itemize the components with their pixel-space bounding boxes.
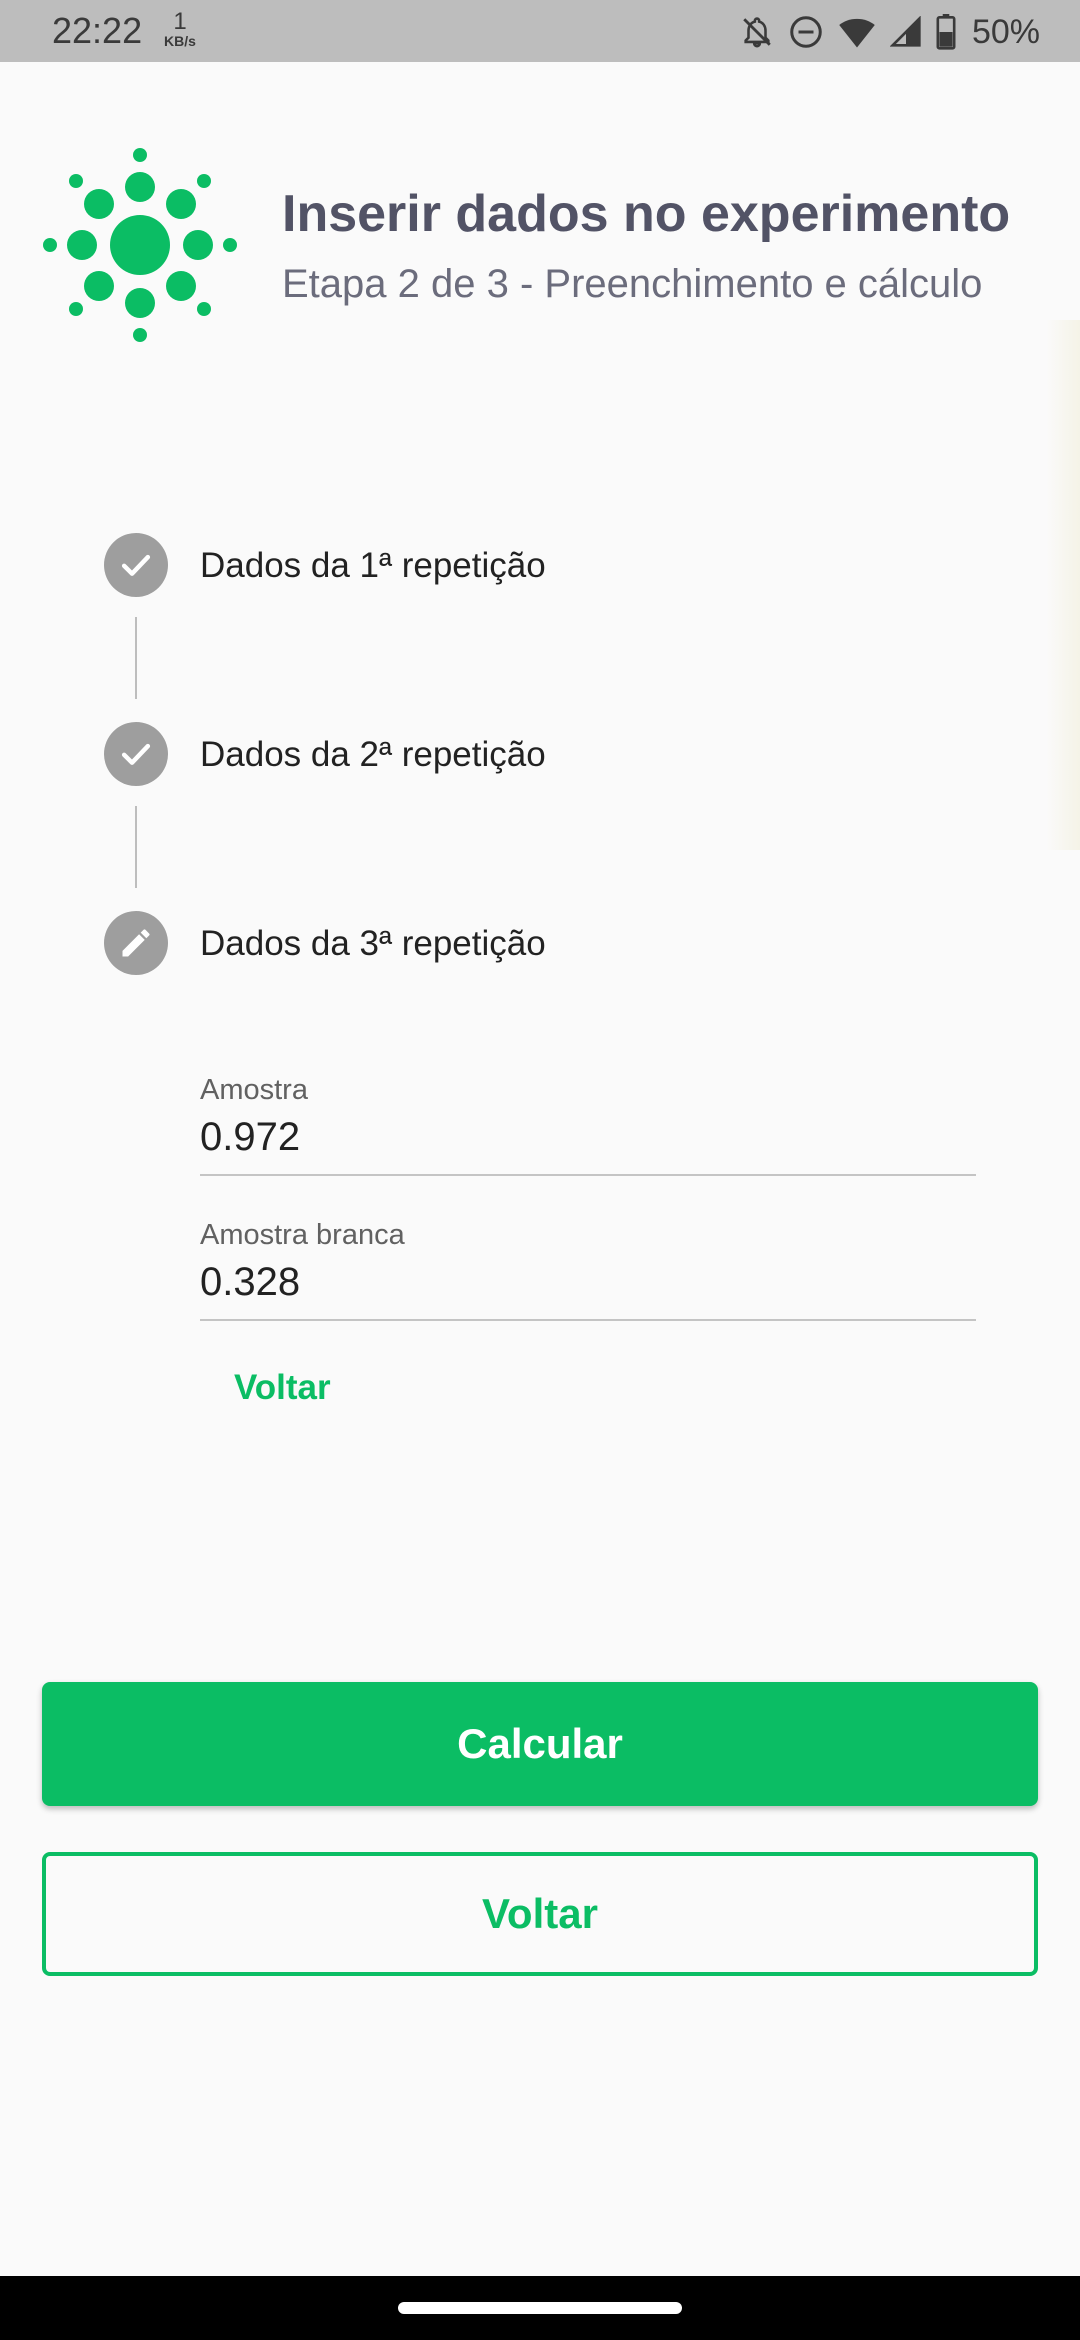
step-2-check-icon[interactable] [104,722,168,786]
amostra-field: Amostra [200,1074,976,1176]
step-connector [135,617,137,699]
home-gesture-handle[interactable] [398,2302,682,2314]
amostra-branca-field: Amostra branca [200,1219,976,1321]
navigation-bar [0,2276,1080,2340]
step-back-button[interactable]: Voltar [216,1362,349,1414]
step-3-pencil-icon[interactable] [104,911,168,975]
status-bar: 22:22 1 KB/s 50% [0,0,1080,62]
amostra-branca-input[interactable] [200,1260,976,1321]
amostra-branca-label: Amostra branca [200,1219,405,1251]
step-connector [135,806,137,888]
battery-percent: 50% [971,12,1040,51]
page-subtitle: Etapa 2 de 3 - Preenchimento e cálculo [282,262,983,306]
step-1-label[interactable]: Dados da 1ª repetição [200,546,546,586]
amostra-input[interactable] [200,1115,976,1176]
edge-shadow [1046,320,1080,850]
step-2-label[interactable]: Dados da 2ª repetição [200,735,546,775]
status-time: 22:22 [52,10,143,51]
step-1-check-icon[interactable] [104,533,168,597]
page-title: Inserir dados no experimento [282,185,1011,243]
calculate-button[interactable]: Calcular [42,1682,1038,1806]
step-3-label[interactable]: Dados da 3ª repetição [200,924,546,964]
battery-icon [936,14,956,50]
amostra-label: Amostra [200,1074,308,1106]
notifications-off-icon [740,14,774,50]
status-icons: 50% [740,12,1040,52]
do-not-disturb-icon [788,14,824,50]
network-speed: 1 KB/s [158,8,202,49]
sun-dots-logo [40,145,240,345]
signal-icon [889,16,922,48]
network-speed-unit: KB/s [164,33,196,49]
network-speed-value: 1 [173,8,187,35]
back-button[interactable]: Voltar [42,1852,1038,1976]
wifi-icon [838,15,876,49]
